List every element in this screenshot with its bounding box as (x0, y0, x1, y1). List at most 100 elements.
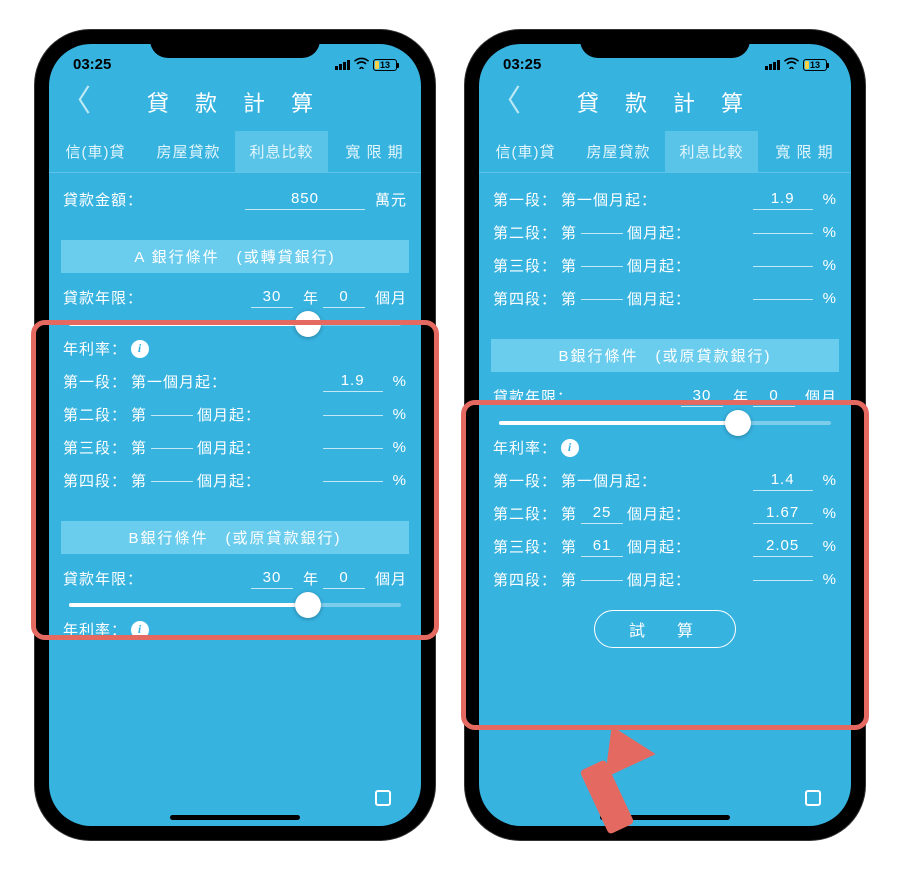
r-seg4-rate[interactable] (753, 297, 813, 300)
battery-icon: 13 (803, 59, 827, 71)
bank-a-years-row: 貸款年限： 30 年 0 個月 (63, 281, 407, 314)
back-button[interactable]: 〈 (61, 87, 91, 117)
bank-a-rate-row: 年利率： i (63, 332, 407, 365)
r-seg3-month[interactable] (581, 264, 623, 267)
seg4-label: 第四段： (63, 470, 127, 491)
seg1-label: 第一段： (63, 371, 127, 392)
r-seg3-rate[interactable] (753, 264, 813, 267)
loan-amount-row: 貸款金額： 850 萬元 (63, 183, 407, 216)
page-title: 貸 款 計 算 (49, 86, 421, 118)
r-seg2-rate[interactable] (753, 231, 813, 234)
tab-credit-loan[interactable]: 信(車)貸 (49, 131, 142, 172)
calculate-button[interactable]: 試 算 (594, 610, 736, 648)
wifi-icon (354, 57, 369, 72)
tab-mortgage[interactable]: 房屋貸款 (572, 131, 665, 172)
page-title: 貸 款 計 算 (479, 86, 851, 118)
bank-b-seg4-month[interactable] (581, 578, 623, 581)
r-seg1-rate[interactable]: 1.9 (753, 190, 813, 210)
info-icon[interactable]: i (131, 340, 149, 358)
bank-a-years-input[interactable]: 30 (251, 288, 293, 308)
r-seg4: 第四段： 第 個月起： % (493, 282, 837, 315)
bank-a-seg2: 第二段： 第 個月起： % (63, 398, 407, 431)
bank-a-seg1: 第一段： 第一個月起： 1.9 % (63, 365, 407, 398)
bank-b-seg2-month[interactable]: 25 (581, 504, 623, 524)
bank-a-seg4: 第四段： 第 個月起： % (63, 464, 407, 497)
bank-a-seg1-rate[interactable]: 1.9 (323, 372, 383, 392)
nav-bar: 〈 貸 款 計 算 (479, 77, 851, 131)
tab-grace-period[interactable]: 寬 限 期 (758, 131, 851, 172)
wifi-icon (784, 57, 799, 72)
bank-b-seg3-rate[interactable]: 2.05 (753, 537, 813, 557)
seg3-label: 第三段： (63, 437, 127, 458)
pct: % (387, 373, 407, 390)
seg2-label: 第二段： (63, 404, 127, 425)
home-indicator[interactable] (170, 815, 300, 820)
bank-b-seg3-month[interactable]: 61 (581, 537, 623, 557)
bank-b-seg4: 第四段： 第 個月起： % (493, 563, 837, 596)
back-button[interactable]: 〈 (491, 87, 521, 117)
signal-icon (765, 60, 780, 70)
bank-b-seg1-rate[interactable]: 1.4 (753, 471, 813, 491)
r-seg3: 第三段： 第 個月起： % (493, 249, 837, 282)
bank-b-rate-row-left: 年利率： i (63, 613, 407, 646)
bank-a-months-input[interactable]: 0 (323, 288, 365, 308)
tab-rate-compare[interactable]: 利息比較 (235, 131, 328, 172)
recent-apps-icon[interactable] (805, 790, 821, 806)
bank-b-slider-left[interactable] (63, 595, 407, 613)
info-icon[interactable]: i (131, 621, 149, 639)
loan-amount-input[interactable]: 850 (245, 190, 365, 210)
phone-right: 03:25 13 〈 貸 款 計 算 信(車)貸 房屋貸款 利息比較 寬 限 期… (465, 30, 865, 840)
first-month-label: 第一個月起： (131, 371, 227, 392)
battery-icon: 13 (373, 59, 397, 71)
bank-a-seg3-rate[interactable] (323, 446, 383, 449)
bank-a-seg2-month[interactable] (151, 413, 193, 416)
r-seg4-month[interactable] (581, 297, 623, 300)
bank-b-months[interactable]: 0 (753, 387, 795, 407)
status-right: 13 (335, 56, 397, 73)
status-time: 03:25 (73, 56, 111, 73)
bank-b-months-left[interactable]: 0 (323, 569, 365, 589)
bank-b-seg1: 第一段： 第一個月起： 1.4 % (493, 464, 837, 497)
r-seg2-month[interactable] (581, 231, 623, 234)
notch (150, 30, 320, 58)
tab-credit-loan[interactable]: 信(車)貸 (479, 131, 572, 172)
bank-a-seg4-rate[interactable] (323, 479, 383, 482)
month-unit: 個月 (369, 287, 407, 308)
bank-b-rate-row: 年利率： i (493, 431, 837, 464)
bank-b-years[interactable]: 30 (681, 387, 723, 407)
year-unit: 年 (297, 287, 319, 308)
nav-bar: 〈 貸 款 計 算 (49, 77, 421, 131)
bank-a-seg4-month[interactable] (151, 479, 193, 482)
bank-a-seg2-rate[interactable] (323, 413, 383, 416)
content-left: 貸款金額： 850 萬元 A 銀行條件 (或轉貸銀行) 貸款年限： 30 年 0… (49, 173, 421, 646)
loan-amount-label: 貸款金額： (63, 189, 143, 210)
tab-grace-period[interactable]: 寬 限 期 (328, 131, 421, 172)
bank-a-slider[interactable] (63, 314, 407, 332)
loan-amount-unit: 萬元 (369, 189, 407, 210)
tab-mortgage[interactable]: 房屋貸款 (142, 131, 235, 172)
bank-b-years-left[interactable]: 30 (251, 569, 293, 589)
phone-left: 03:25 13 〈 貸 款 計 算 信(車)貸 房屋貸款 利息比較 寬 限 期… (35, 30, 435, 840)
tab-rate-compare[interactable]: 利息比較 (665, 131, 758, 172)
bank-b-seg2-rate[interactable]: 1.67 (753, 504, 813, 524)
info-icon[interactable]: i (561, 439, 579, 457)
status-right: 13 (765, 56, 827, 73)
recent-apps-icon[interactable] (375, 790, 391, 806)
bank-b-slider[interactable] (493, 413, 837, 431)
rate-label: 年利率： (63, 338, 127, 359)
content-right: 第一段： 第一個月起： 1.9 % 第二段： 第 個月起： % 第三段： 第 個… (479, 173, 851, 648)
tab-bar: 信(車)貸 房屋貸款 利息比較 寬 限 期 (49, 131, 421, 173)
screen-right: 03:25 13 〈 貸 款 計 算 信(車)貸 房屋貸款 利息比較 寬 限 期… (479, 44, 851, 826)
bank-b-header-left: B銀行條件 (或原貸款銀行) (61, 521, 409, 554)
bank-a-seg3-month[interactable] (151, 446, 193, 449)
bank-b-seg2: 第二段： 第 25 個月起： 1.67 % (493, 497, 837, 530)
status-time: 03:25 (503, 56, 541, 73)
bank-a-header: A 銀行條件 (或轉貸銀行) (61, 240, 409, 273)
screen-left: 03:25 13 〈 貸 款 計 算 信(車)貸 房屋貸款 利息比較 寬 限 期… (49, 44, 421, 826)
loan-years-label: 貸款年限： (63, 287, 143, 308)
bank-b-years-row-left: 貸款年限： 30 年 0 個月 (63, 562, 407, 595)
tab-bar: 信(車)貸 房屋貸款 利息比較 寬 限 期 (479, 131, 851, 173)
bank-b-years-row: 貸款年限： 30 年 0 個月 (493, 380, 837, 413)
r-seg1: 第一段： 第一個月起： 1.9 % (493, 183, 837, 216)
bank-b-seg4-rate[interactable] (753, 578, 813, 581)
